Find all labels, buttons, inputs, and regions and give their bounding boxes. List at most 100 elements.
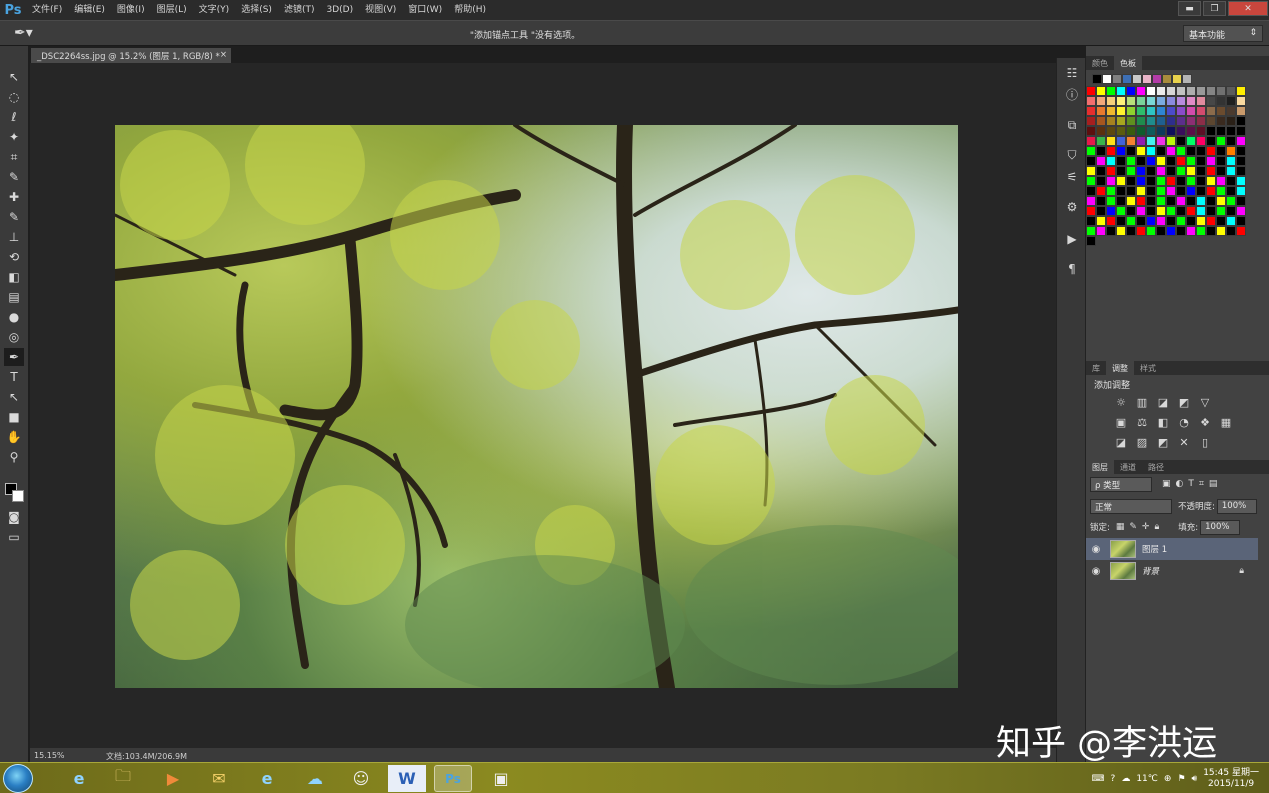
brush-presets-icon[interactable]: ⛉ (1062, 146, 1082, 164)
swatch[interactable] (1206, 146, 1216, 156)
swatch[interactable] (1126, 136, 1136, 146)
restore-button[interactable]: ❐ (1203, 1, 1226, 16)
swatch[interactable] (1156, 166, 1166, 176)
swatch[interactable] (1106, 206, 1116, 216)
swatch[interactable] (1086, 146, 1096, 156)
menu-filter[interactable]: 滤镜(T) (278, 0, 321, 20)
swatch[interactable] (1206, 96, 1216, 106)
swatch[interactable] (1146, 166, 1156, 176)
image-viewer-icon[interactable]: ▣ (482, 765, 520, 792)
swatch[interactable] (1196, 196, 1206, 206)
swatch[interactable] (1176, 226, 1186, 236)
menu-select[interactable]: 选择(S) (235, 0, 278, 20)
swatch[interactable] (1176, 166, 1186, 176)
swatch[interactable] (1216, 186, 1226, 196)
swatch[interactable] (1166, 86, 1176, 96)
swatch[interactable] (1206, 206, 1216, 216)
character-icon[interactable]: ⧉ (1062, 116, 1082, 134)
swatch[interactable] (1136, 226, 1146, 236)
ie-icon-2[interactable]: e (248, 765, 286, 792)
menu-image[interactable]: 图像(I) (111, 0, 151, 20)
recent-swatch[interactable] (1162, 74, 1172, 84)
swatch[interactable] (1226, 186, 1236, 196)
swatch[interactable] (1086, 166, 1096, 176)
history-brush-tool-icon[interactable]: ⟲ (4, 248, 24, 266)
canvas-photo[interactable] (115, 125, 958, 688)
swatch[interactable] (1116, 206, 1126, 216)
healing-brush-tool-icon[interactable]: ✚ (4, 188, 24, 206)
swatch[interactable] (1196, 176, 1206, 186)
swatch[interactable] (1086, 176, 1096, 186)
layer-filter-icons[interactable]: ▣◐T⌗▤ (1162, 479, 1222, 489)
swatch[interactable] (1226, 116, 1236, 126)
zoom-level[interactable]: 15.15% (34, 751, 65, 760)
swatch[interactable] (1136, 166, 1146, 176)
swatch[interactable] (1156, 126, 1166, 136)
swatch[interactable] (1146, 106, 1156, 116)
swatch[interactable] (1116, 186, 1126, 196)
opacity-input[interactable]: 100% (1216, 498, 1257, 514)
swatch[interactable] (1166, 156, 1176, 166)
mail-icon[interactable]: ✉ (200, 765, 238, 792)
swatch[interactable] (1176, 86, 1186, 96)
swatch[interactable] (1216, 206, 1226, 216)
zoom-tool-icon[interactable]: ⚲ (4, 448, 24, 466)
swatch[interactable] (1086, 106, 1096, 116)
invert-icon[interactable]: ◪ (1112, 434, 1130, 452)
swatch[interactable] (1106, 86, 1116, 96)
swatch[interactable] (1116, 146, 1126, 156)
cloud-app-icon[interactable]: ☁ (296, 765, 334, 792)
swatch[interactable] (1086, 206, 1096, 216)
swatch[interactable] (1126, 216, 1136, 226)
swatch[interactable] (1186, 96, 1196, 106)
tool-presets-icon[interactable]: ⚙ (1062, 198, 1082, 216)
swatch[interactable] (1226, 176, 1236, 186)
menu-file[interactable]: 文件(F) (26, 0, 68, 20)
recent-swatch[interactable] (1152, 74, 1162, 84)
photo-filter-icon[interactable]: ◔ (1175, 414, 1193, 432)
swatch[interactable] (1166, 136, 1176, 146)
swatch[interactable] (1136, 116, 1146, 126)
swatch[interactable] (1146, 196, 1156, 206)
swatch[interactable] (1086, 156, 1096, 166)
swatch[interactable] (1226, 216, 1236, 226)
swatch[interactable] (1116, 136, 1126, 146)
vibrance-icon[interactable]: ▽ (1196, 394, 1214, 412)
tab-libraries[interactable]: 库 (1086, 361, 1106, 375)
swatch[interactable] (1136, 216, 1146, 226)
swatch[interactable] (1186, 156, 1196, 166)
swatch[interactable] (1236, 116, 1246, 126)
swatch[interactable] (1216, 106, 1226, 116)
swatch[interactable] (1086, 186, 1096, 196)
swatch[interactable] (1146, 146, 1156, 156)
swatch[interactable] (1206, 126, 1216, 136)
swatch[interactable] (1226, 136, 1236, 146)
swatch[interactable] (1096, 196, 1106, 206)
swatch[interactable] (1216, 96, 1226, 106)
swatch[interactable] (1176, 186, 1186, 196)
swatch[interactable] (1186, 106, 1196, 116)
swatch[interactable] (1096, 186, 1106, 196)
selective-color-icon[interactable]: ✕ (1175, 434, 1193, 452)
swatch[interactable] (1096, 156, 1106, 166)
swatch[interactable] (1116, 166, 1126, 176)
swatch[interactable] (1126, 186, 1136, 196)
swatch[interactable] (1196, 96, 1206, 106)
swatch[interactable] (1106, 126, 1116, 136)
layer-name[interactable]: 图层 1 (1142, 543, 1167, 555)
swatch[interactable] (1166, 216, 1176, 226)
tab-channels[interactable]: 通道 (1114, 460, 1142, 474)
gradient-map-icon[interactable]: ▯ (1196, 434, 1214, 452)
swatch[interactable] (1156, 106, 1166, 116)
close-button[interactable]: ✕ (1228, 1, 1268, 16)
weather-temperature[interactable]: 11℃ (1136, 774, 1158, 784)
swatch[interactable] (1216, 146, 1226, 156)
start-button[interactable] (3, 764, 33, 793)
swatch[interactable] (1126, 126, 1136, 136)
swatch[interactable] (1206, 176, 1216, 186)
tab-swatches[interactable]: 色板 (1114, 56, 1142, 70)
swatch[interactable] (1186, 216, 1196, 226)
swatch[interactable] (1166, 206, 1176, 216)
tab-adjustments[interactable]: 调整 (1106, 361, 1134, 375)
swatch[interactable] (1126, 86, 1136, 96)
